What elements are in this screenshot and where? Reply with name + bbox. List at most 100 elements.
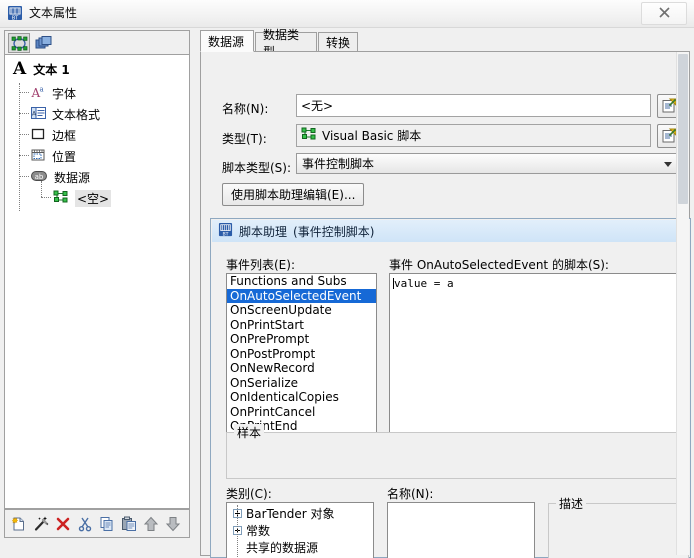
list-item[interactable]: OnAutoSelectedEvent [227,288,376,303]
tree-item-label: 文本格式 [52,107,101,122]
event-list[interactable]: Functions and Subs OnAutoSelectedEvent O… [226,273,377,440]
list-item[interactable]: OnNewRecord [227,361,376,376]
tree-tick [19,113,29,114]
tree-item-font[interactable]: A a 字体 [31,83,77,103]
tab-transform[interactable]: 转换 [318,32,358,52]
type-value: Visual Basic 脚本 [322,129,422,143]
svg-text:ab: ab [35,173,44,181]
tree-sub-label: <空> [75,189,112,207]
list-item[interactable]: OnPrintStart [227,318,376,333]
list-item[interactable]: OnPostPrompt [227,347,376,362]
tree-tick [19,134,29,135]
scrollbar-thumb[interactable] [678,54,688,204]
tree-root-label: 文本 1 [33,63,70,77]
bartender-app-icon: BT [7,5,23,21]
border-icon [31,127,46,144]
tree-tick [19,92,29,93]
tree-item-label: 位置 [52,149,77,164]
copy-button[interactable] [97,514,117,534]
category-item[interactable]: BarTender 对象 [233,505,335,522]
tree-item-label: 字体 [52,86,77,101]
script-type-select[interactable]: 事件控制脚本 [296,153,679,174]
tree-item-position[interactable]: 位置 [31,146,76,166]
move-down-button[interactable] [163,514,183,534]
script-assistant-title: 脚本助理 [239,224,288,239]
category-item-label: BarTender 对象 [246,507,335,521]
tree-item-border[interactable]: 边框 [31,125,76,145]
cut-button[interactable] [75,514,95,534]
object-tree-panel: A 文本 1 A a 字体 A 文本格式 边框 位置 ab 数据源 <空> [4,30,190,542]
script-editor-label: 事件 OnAutoSelectedEvent 的脚本(S): [389,258,609,272]
script-code: value = a [394,277,454,290]
description-label: 描述 [556,495,587,512]
bartender-app-icon: BT [218,222,233,240]
script-type-value: 事件控制脚本 [302,157,375,171]
data-source-icon: ab [31,169,48,186]
close-button[interactable] [641,2,687,25]
tree-root-text1[interactable]: A 文本 1 [13,61,70,78]
window-title: 文本属性 [29,6,78,20]
svg-text:a: a [40,85,44,93]
layers-button[interactable] [32,33,54,53]
script-assistant-subtitle: (事件控制脚本) [293,224,375,239]
tree-item-label: 边框 [52,128,77,143]
edit-with-assistant-button[interactable]: 使用脚本助理编辑(E)... [222,183,365,206]
tree-item-empty-datasource[interactable]: <空> [53,188,112,208]
script-editor[interactable]: value = a [389,273,689,440]
tree-item-data-source[interactable]: ab 数据源 [31,167,90,187]
new-button[interactable] [9,514,29,534]
browse-script-icon [662,128,677,143]
sample-group-label: 样本 [234,424,265,441]
object-tree[interactable]: A 文本 1 A a 字体 A 文本格式 边框 位置 ab 数据源 <空> [4,54,190,509]
tree-connector [41,181,42,197]
close-icon [658,6,671,22]
member-name-list[interactable] [387,502,535,558]
list-item[interactable]: Functions and Subs [227,274,376,289]
tab-label: 转换 [326,36,351,50]
copy-icon [100,516,113,531]
script-assistant-header: BT 脚本助理 (事件控制脚本) [212,220,689,242]
tab-data-type[interactable]: 数据类型 [255,28,317,59]
type-input[interactable]: Visual Basic 脚本 [296,124,651,147]
category-label: 类别(C): [226,487,272,501]
category-item-label: 常数 [246,524,271,538]
move-up-button[interactable] [141,514,161,534]
new-document-icon [11,516,24,530]
category-item[interactable]: 常数 [233,522,270,539]
tree-item-label: 数据源 [54,170,91,185]
member-name-label: 名称(N): [387,487,434,501]
wizard-button[interactable] [31,514,51,534]
list-item[interactable]: OnIdenticalCopies [227,390,376,405]
select-object-button[interactable] [8,33,30,53]
category-item[interactable]: 共享的数据源 [233,539,318,556]
list-item[interactable]: OnPrintCancel [227,405,376,420]
vb-script-icon [301,127,317,144]
tab-label: 数据源 [208,34,245,49]
properties-pane: 数据源 数据类型 转换 名称(N): <无> [200,28,694,558]
name-input[interactable]: <无> [296,94,651,117]
list-item[interactable]: OnSerialize [227,376,376,391]
edit-button-label: 使用脚本助理编辑(E)... [231,188,356,202]
scissors-icon [78,517,92,531]
tree-tick [19,155,29,156]
list-item[interactable]: OnScreenUpdate [227,303,376,318]
paste-button[interactable] [119,514,139,534]
tree-connector [237,505,238,558]
svg-text:BT: BT [12,15,19,21]
title-bar: BT 文本属性 [0,0,694,28]
chevron-down-icon [664,162,672,167]
type-label: 类型(T): [222,132,267,146]
list-item[interactable]: OnPrePrompt [227,332,376,347]
delete-x-icon [56,517,70,530]
text-properties-dialog: BT 文本属性 A 文本 1 A a 字体 A 文本格式 边框 位置 ab 数据… [0,0,694,558]
data-source-tab-page: 名称(N): <无> 类型(T): Visual Basic 脚本 脚本类型(S… [200,51,691,558]
tabpage-scrollbar[interactable] [676,52,689,555]
delete-button[interactable] [53,514,73,534]
tab-data-source[interactable]: 数据源 [200,30,254,52]
script-assistant-dialog: BT 脚本助理 (事件控制脚本) 事件列表(E): Functions and … [210,218,691,558]
tree-connector [19,83,20,211]
tab-strip: 数据源 数据类型 转换 [200,28,694,59]
tree-item-text-format[interactable]: A 文本格式 [31,104,100,124]
text-object-icon: A [13,59,27,79]
category-tree[interactable]: BarTender 对象 常数 共享的数据源 函数 [226,502,374,558]
